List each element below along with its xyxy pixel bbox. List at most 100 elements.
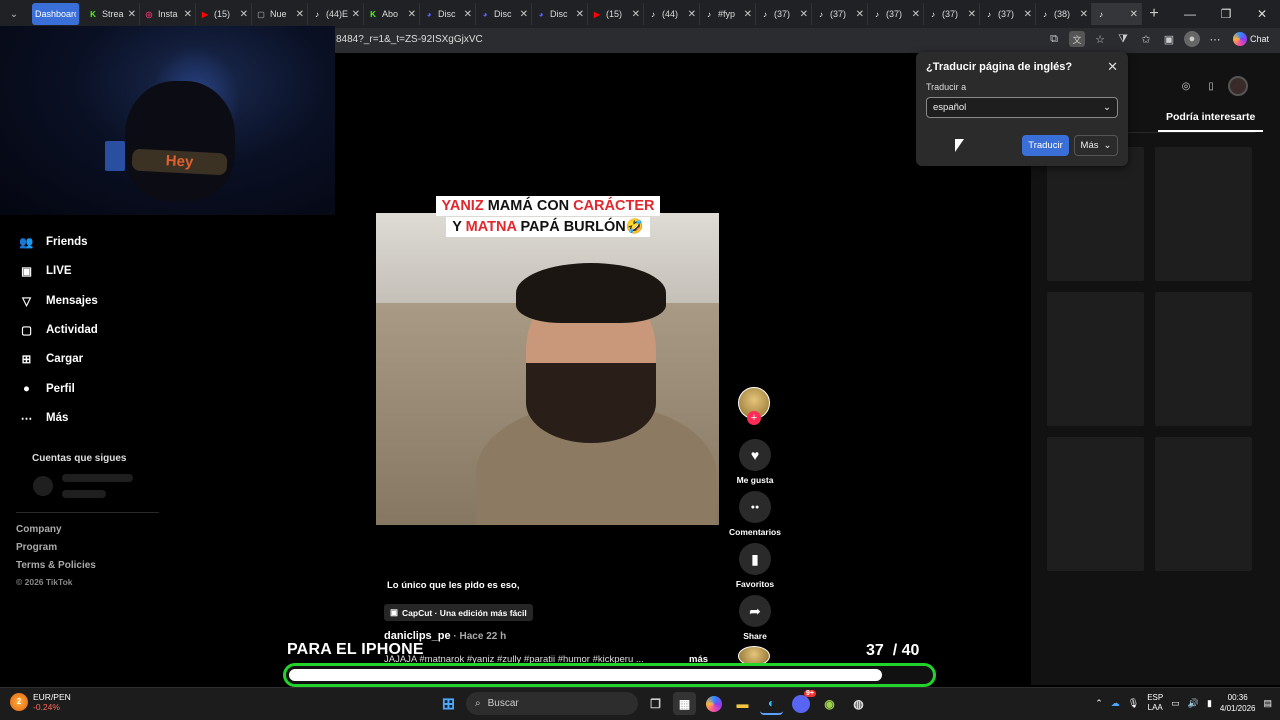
settings-more-icon[interactable]: ⋯ [1207, 31, 1223, 47]
sidebar-item-cargar[interactable]: ⊞ Cargar [18, 350, 83, 367]
url-text[interactable]: 8484?_r=1&_t=ZS-92ISXgGjxVC [336, 34, 483, 45]
maximize-button[interactable]: ❐ [1208, 0, 1244, 28]
tab-close-icon[interactable]: ✕ [912, 9, 920, 20]
clock[interactable]: 00:36 4/01/2026 [1220, 692, 1256, 714]
browser-tab[interactable]: ◕ Disc ✕ [532, 3, 588, 25]
translate-button[interactable]: Traducir [1022, 135, 1069, 156]
footer-link-program[interactable]: Program [16, 542, 57, 553]
browser-tab[interactable]: K Strea ✕ [84, 3, 140, 25]
sidebar-item-actividad[interactable]: ▢ Actividad [18, 321, 98, 338]
bookmark-icon[interactable]: ▮ [739, 543, 771, 575]
suggested-video-thumb[interactable] [1047, 147, 1144, 281]
close-icon[interactable]: ✕ [1107, 59, 1118, 75]
tab-close-icon[interactable]: ✕ [240, 9, 248, 20]
open-in-app-icon[interactable]: ⧉ [1046, 31, 1062, 47]
tab-close-icon[interactable]: ✕ [296, 9, 304, 20]
browser-tab[interactable]: ◕ Disc ✕ [476, 3, 532, 25]
battery-icon[interactable]: ▮ [1207, 698, 1212, 709]
action-bookmark[interactable]: ▮ Favoritos [736, 543, 774, 589]
browser-tab[interactable]: ♪ (37) ✕ [980, 3, 1036, 25]
browser-tab[interactable]: ♪ (44)E ✕ [308, 3, 364, 25]
browser-tab[interactable]: ♪ (37) ✕ [868, 3, 924, 25]
suggested-video-thumb[interactable] [1047, 437, 1144, 571]
tab-close-icon[interactable]: ✕ [744, 9, 752, 20]
browser-tab[interactable]: ♪ (37) ✕ [756, 3, 812, 25]
extensions-icon[interactable]: ⧩ [1115, 31, 1131, 47]
browser-tab[interactable]: ◕ Disc ✕ [420, 3, 476, 25]
video-player[interactable] [376, 213, 719, 525]
favorite-star-icon[interactable]: ☆ [1092, 31, 1108, 47]
notifications-icon[interactable]: ▤ [1263, 698, 1272, 709]
phone-icon[interactable]: ▯ [1203, 78, 1219, 94]
browser-tab[interactable]: Dashboard [32, 3, 80, 25]
sidebar-item-friends[interactable]: 👥 Friends [18, 233, 87, 250]
tab-close-icon[interactable]: ✕ [856, 9, 864, 20]
ticker-widget[interactable]: 2 EUR/PEN -0.24% [10, 692, 71, 712]
volume-icon[interactable]: 🔊 [1188, 698, 1199, 709]
action-share[interactable]: ➦ Share [737, 595, 773, 641]
tab-close-icon[interactable]: ✕ [408, 9, 416, 20]
suggested-video-thumb[interactable] [1047, 292, 1144, 426]
share-icon[interactable]: ➦ [739, 595, 771, 627]
chevron-up-icon[interactable]: ⌃ [1095, 698, 1103, 709]
copilot-chat-button[interactable]: Chat [1230, 31, 1272, 47]
new-tab-button[interactable]: + [1142, 5, 1166, 23]
copilot-app-icon[interactable] [702, 692, 725, 715]
edge-icon[interactable]: ◐ [760, 692, 783, 715]
tab-close-icon[interactable]: ✕ [968, 9, 976, 20]
close-window-button[interactable]: ✕ [1244, 0, 1280, 28]
tab-close-icon[interactable]: ✕ [576, 9, 584, 20]
browser-tab[interactable]: ♪ ✕ [1092, 3, 1142, 25]
store-icon[interactable]: ▦ [673, 692, 696, 715]
tab-may-interest[interactable]: Podría interesarte [1166, 111, 1255, 123]
tab-close-icon[interactable]: ✕ [1080, 9, 1088, 20]
action-heart[interactable]: ♥ Me gusta [737, 439, 773, 485]
comment-icon[interactable]: ●● [739, 491, 771, 523]
taskbar-search[interactable]: ⌕ Buscar [466, 692, 638, 715]
footer-link-terms[interactable]: Terms & Policies [16, 560, 96, 571]
file-explorer-icon[interactable]: ▬ [731, 692, 754, 715]
tab-close-icon[interactable]: ✕ [520, 9, 528, 20]
profile-avatar-icon[interactable]: ● [1184, 31, 1200, 47]
action-comment[interactable]: ●● Comentarios [729, 491, 781, 537]
tab-close-icon[interactable]: ✕ [464, 9, 472, 20]
minimize-button[interactable]: — [1172, 0, 1208, 28]
suggested-video-thumb[interactable] [1155, 147, 1252, 281]
browser-tab[interactable]: ♪ (37) ✕ [924, 3, 980, 25]
discord-app-icon[interactable]: 9+ [789, 690, 816, 715]
display-icon[interactable]: ▭ [1171, 698, 1180, 709]
browser-tab[interactable]: ▶ (15) ✕ [588, 3, 644, 25]
sidebar-item-mensajes[interactable]: ▽ Mensajes [18, 292, 98, 309]
browser-tab[interactable]: ◎ Insta ✕ [140, 3, 196, 25]
windows-start-icon[interactable]: ⊞ [437, 692, 460, 715]
sidebar-item-ms[interactable]: ⋯ Más [18, 409, 69, 426]
task-view-icon[interactable]: ❐ [644, 692, 667, 715]
follow-plus-icon[interactable]: + [747, 411, 761, 425]
game-app-icon[interactable]: ◉ [818, 692, 841, 715]
tab-close-icon[interactable]: ✕ [128, 9, 136, 20]
tab-close-icon[interactable]: ✕ [800, 9, 808, 20]
sidebar-item-live[interactable]: ▣ LIVE [18, 262, 72, 279]
language-select[interactable]: español ⌄ [926, 97, 1118, 118]
tab-close-icon[interactable]: ✕ [1024, 9, 1032, 20]
tab-close-icon[interactable]: ✕ [184, 9, 192, 20]
tab-close-icon[interactable]: ✕ [632, 9, 640, 20]
browser-tab[interactable]: ▶ (15) ✕ [196, 3, 252, 25]
more-options-button[interactable]: Más ⌄ [1074, 135, 1118, 156]
chrome-app-icon[interactable]: ◍ [847, 692, 870, 715]
onedrive-icon[interactable]: ☁ [1111, 698, 1120, 709]
browser-tab[interactable]: ♪ #fyp ✕ [700, 3, 756, 25]
translate-icon[interactable]: 文 [1069, 31, 1085, 47]
tab-close-icon[interactable]: ✕ [688, 9, 696, 20]
heart-icon[interactable]: ♥ [739, 439, 771, 471]
microphone-icon[interactable]: 🎙 [1128, 698, 1139, 709]
tab-close-icon[interactable]: ✕ [352, 9, 360, 20]
capcut-anchor[interactable]: ▣ CapCut · Una edición más fácil [384, 604, 533, 621]
sidebar-item-perfil[interactable]: ● Perfil [18, 380, 75, 397]
tab-close-icon[interactable]: ✕ [1130, 9, 1138, 20]
language-indicator[interactable]: ESP LAA [1147, 693, 1163, 713]
tab-actions-menu[interactable]: ⌄ [0, 0, 28, 28]
collections-icon[interactable]: ▣ [1161, 31, 1177, 47]
browser-tab[interactable]: K Abo ✕ [364, 3, 420, 25]
suggested-video-thumb[interactable] [1155, 437, 1252, 571]
